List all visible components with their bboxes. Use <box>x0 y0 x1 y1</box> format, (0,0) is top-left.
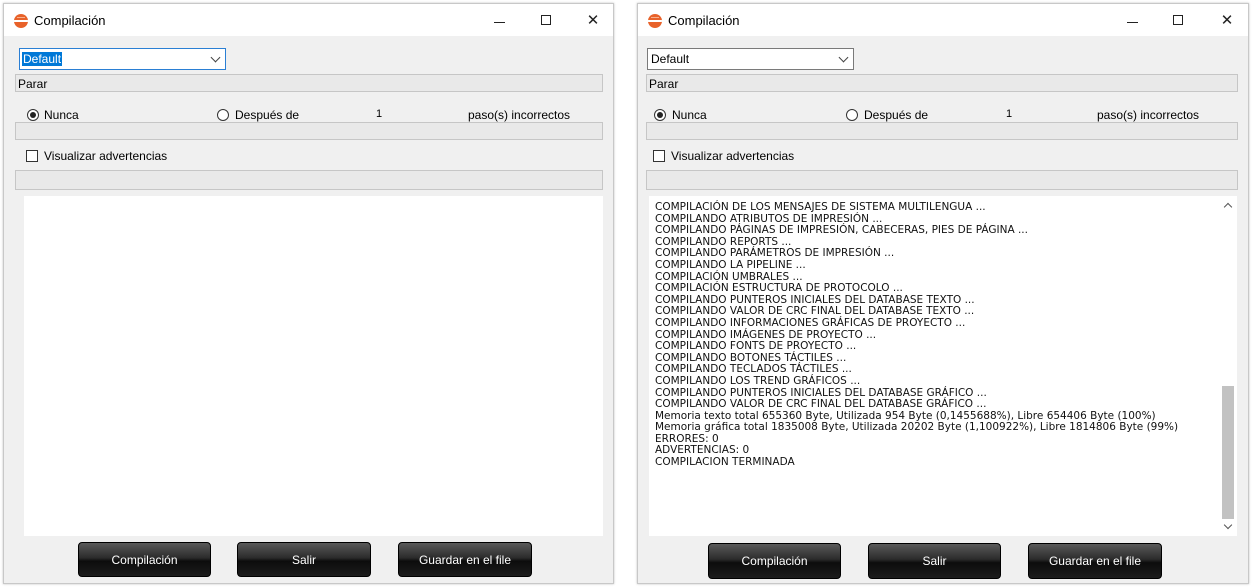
chevron-down-icon[interactable] <box>1223 520 1233 530</box>
radio-never-label: Nunca <box>672 108 707 122</box>
radio-after-label: Después de <box>864 108 929 122</box>
close-icon[interactable]: ✕ <box>1204 4 1250 36</box>
maximize-icon[interactable] <box>1155 4 1201 36</box>
log-line: COMPILANDO INFORMACIONES GRÁFICAS DE PRO… <box>655 316 966 329</box>
radio-after[interactable] <box>846 109 858 121</box>
close-icon[interactable]: ✕ <box>570 4 616 36</box>
compile-button[interactable]: Compilación <box>708 543 841 579</box>
log-line: COMPILACIÓN DE LOS MENSAJES DE SISTEMA M… <box>655 201 986 213</box>
log-line: Memoria gráfica total 1835008 Byte, Util… <box>655 421 1179 434</box>
step-count-field[interactable]: 1 <box>376 108 382 120</box>
output-scrollbar[interactable] <box>1220 196 1237 536</box>
log-line: COMPILANDO LOS TREND GRÁFICOS ... <box>655 374 861 387</box>
status-bar-1 <box>646 122 1238 140</box>
minimize-icon[interactable] <box>476 4 522 36</box>
title-bar[interactable]: Compilación ✕ <box>638 4 1248 36</box>
progress-bar <box>15 170 603 190</box>
compile-button[interactable]: Compilación <box>78 542 211 577</box>
window-title: Compilación <box>668 13 740 28</box>
log-line: COMPILANDO VALOR DE CRC FINAL DEL DATABA… <box>655 398 987 411</box>
radio-never-label: Nunca <box>44 108 79 122</box>
window-title: Compilación <box>34 13 106 28</box>
step-suffix-label: paso(s) incorrectos <box>468 108 571 122</box>
exit-button[interactable]: Salir <box>868 543 1001 579</box>
log-line: COMPILANDO LA PIPELINE ... <box>655 258 806 271</box>
compilation-window-left: Compilación ✕ Default Parar Nunca Despué… <box>3 3 614 584</box>
save-to-file-button[interactable]: Guardar en el file <box>1028 543 1162 579</box>
log-line: COMPILACION TERMINADA <box>655 456 795 469</box>
output-panel[interactable] <box>24 196 603 536</box>
status-bar-1 <box>15 122 603 140</box>
stop-label: Parar <box>18 77 48 91</box>
chevron-down-icon <box>838 52 849 63</box>
radio-after-label: Después de <box>235 108 300 122</box>
compilation-window-right: Compilación ✕ Default Parar Nunca Despué… <box>637 3 1249 584</box>
config-select-value: Default <box>20 51 64 67</box>
log-line: COMPILANDO FONTS DE PROYECTO ... <box>655 340 857 353</box>
show-warnings-label: Visualizar advertencias <box>44 149 168 163</box>
show-warnings-label: Visualizar advertencias <box>671 149 795 163</box>
compiler-app-icon <box>648 14 662 28</box>
show-warnings-checkbox[interactable] <box>653 150 665 162</box>
config-select[interactable]: Default <box>647 48 854 70</box>
radio-never[interactable] <box>654 109 666 121</box>
output-panel[interactable]: COMPILACIÓN DE LOS MENSAJES DE SISTEMA M… <box>649 196 1237 536</box>
output-log: COMPILACIÓN DE LOS MENSAJES DE SISTEMA M… <box>655 201 1215 469</box>
title-bar[interactable]: Compilación ✕ <box>4 4 613 36</box>
show-warnings-checkbox[interactable] <box>26 150 38 162</box>
progress-bar <box>646 170 1238 190</box>
step-count-field[interactable]: 1 <box>1006 108 1012 120</box>
exit-button[interactable]: Salir <box>237 542 371 577</box>
step-suffix-label: paso(s) incorrectos <box>1097 108 1200 122</box>
config-select[interactable]: Default <box>19 48 226 70</box>
config-select-value: Default <box>651 52 690 66</box>
maximize-icon[interactable] <box>523 4 569 36</box>
radio-never[interactable] <box>27 109 39 121</box>
stop-label-bar: Parar <box>646 74 1238 92</box>
stop-label: Parar <box>649 77 679 91</box>
save-to-file-button[interactable]: Guardar en el file <box>398 542 532 577</box>
chevron-down-icon <box>210 52 221 63</box>
compiler-app-icon <box>14 14 28 28</box>
radio-after[interactable] <box>217 109 229 121</box>
chevron-up-icon[interactable] <box>1223 202 1233 212</box>
minimize-icon[interactable] <box>1109 4 1155 36</box>
log-line: COMPILACIÓN ESTRUCTURA DE PROTOCOLO ... <box>655 282 903 295</box>
stop-label-bar: Parar <box>15 74 603 92</box>
scroll-thumb[interactable] <box>1222 386 1234 519</box>
